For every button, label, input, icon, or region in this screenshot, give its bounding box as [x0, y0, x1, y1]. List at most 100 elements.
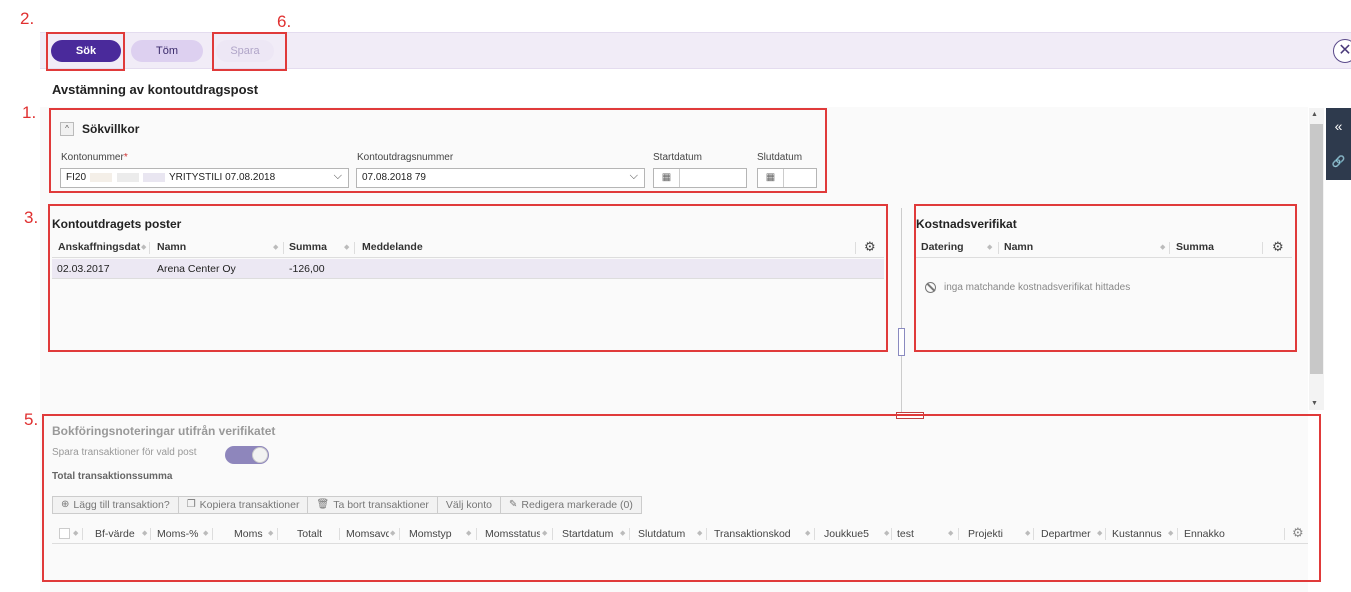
column-header[interactable]: Momsstatus	[485, 528, 540, 540]
scrollbar-thumb[interactable]	[1310, 124, 1323, 374]
delete-transactions-button[interactable]: 🗑 Ta bort transaktioner	[308, 497, 438, 513]
scroll-up-icon[interactable]: ▲	[1311, 111, 1318, 118]
select-all-checkbox[interactable]	[59, 528, 70, 539]
column-header[interactable]: Momsavd	[346, 528, 389, 540]
sort-icon[interactable]: ◆	[344, 243, 349, 251]
collapse-panel-icon[interactable]: «	[1326, 108, 1351, 144]
column-divider[interactable]	[283, 242, 284, 254]
select-account-button[interactable]: Välj konto	[438, 497, 502, 513]
edit-selected-button[interactable]: ✎ Redigera markerade (0)	[501, 497, 641, 513]
column-divider[interactable]	[1169, 242, 1170, 254]
column-header[interactable]: Summa	[1176, 241, 1214, 253]
sort-icon[interactable]: ◆	[542, 529, 547, 537]
column-divider	[706, 528, 707, 540]
sort-icon[interactable]: ◆	[141, 243, 146, 251]
annotation-number-3: 3.	[24, 208, 39, 227]
sort-icon[interactable]: ◆	[466, 529, 471, 537]
horizontal-splitter-handle[interactable]	[896, 412, 924, 419]
total-transaction-sum-label: Total transaktionssumma	[52, 471, 173, 482]
column-header[interactable]: Kustannus	[1112, 528, 1168, 540]
column-divider	[814, 528, 815, 540]
clear-button[interactable]: Töm	[131, 40, 203, 62]
close-icon[interactable]: ✕	[1333, 39, 1351, 63]
edit-icon: ✎	[509, 499, 518, 510]
column-header[interactable]: Summa	[289, 241, 327, 253]
column-header[interactable]: Datering	[921, 241, 964, 253]
column-divider	[82, 528, 83, 540]
column-header[interactable]: Totalt	[297, 528, 327, 540]
column-divider[interactable]	[998, 242, 999, 254]
save-transactions-toggle[interactable]	[225, 446, 269, 464]
column-header[interactable]: Joukkue5	[824, 528, 884, 540]
column-divider[interactable]	[149, 242, 150, 254]
column-header[interactable]: Startdatum	[562, 528, 622, 540]
column-header[interactable]: Anskaffningsdat	[58, 241, 140, 253]
gear-icon[interactable]: ⚙	[1292, 525, 1304, 541]
masked-segment	[143, 172, 166, 182]
statement-items-title: Kontoutdragets poster	[52, 217, 182, 231]
column-header[interactable]: Transaktionskod	[714, 528, 802, 540]
gear-icon[interactable]: ⚙	[864, 239, 876, 255]
page-title: Avstämning av kontoutdragspost	[52, 82, 259, 97]
statement-number-select[interactable]: 07.08.2018 79 ⌵	[356, 168, 645, 188]
save-button[interactable]: Spara	[216, 40, 274, 62]
search-criteria-header[interactable]: ^ Sökvillkor	[60, 122, 139, 136]
search-button[interactable]: Sök	[51, 40, 121, 62]
toggle-knob[interactable]	[252, 447, 268, 463]
scroll-down-icon[interactable]: ▼	[1311, 400, 1318, 407]
sort-icon[interactable]: ◆	[203, 529, 208, 537]
chevron-up-icon[interactable]: ^	[60, 122, 74, 136]
column-header[interactable]: Slutdatum	[638, 528, 693, 540]
attachment-icon[interactable]: 🔗	[1326, 144, 1351, 180]
action-toolbar: Sök Töm Spara ✕	[40, 32, 1351, 69]
column-header[interactable]: Bf-värde	[95, 528, 145, 540]
gear-icon[interactable]: ⚙	[1272, 239, 1284, 255]
copy-transactions-button[interactable]: ❐ Kopiera transaktioner	[179, 497, 309, 513]
sort-icon[interactable]: ◆	[697, 529, 702, 537]
sort-icon[interactable]: ◆	[884, 529, 889, 537]
column-divider[interactable]	[354, 242, 355, 254]
sort-icon[interactable]: ◆	[948, 529, 953, 537]
masked-segment	[89, 172, 112, 182]
sort-icon[interactable]: ◆	[268, 529, 273, 537]
required-marker: *	[123, 152, 128, 163]
column-header[interactable]: Namn	[157, 241, 186, 253]
column-header[interactable]: Ennakko	[1184, 528, 1244, 540]
row-date: 02.03.2017	[57, 263, 110, 275]
column-header[interactable]: Momstyp	[409, 528, 459, 540]
start-date-input[interactable]: ▦	[653, 168, 747, 188]
calendar-icon[interactable]: ▦	[758, 169, 784, 187]
sort-icon[interactable]: ◆	[390, 529, 395, 537]
sort-icon[interactable]: ◆	[620, 529, 625, 537]
column-header[interactable]: Projekti	[968, 528, 1023, 540]
sort-icon[interactable]: ◆	[1160, 243, 1165, 251]
column-header[interactable]: Namn	[1004, 241, 1033, 253]
sort-icon[interactable]: ◆	[987, 243, 992, 251]
account-number-label: Kontonummer*	[61, 152, 128, 163]
sort-icon[interactable]: ◆	[142, 529, 147, 537]
column-header[interactable]: test	[897, 528, 937, 540]
add-transaction-button[interactable]: ⊕ Lägg till transaktion?	[53, 497, 179, 513]
column-divider	[150, 528, 151, 540]
sort-icon[interactable]: ◆	[805, 529, 810, 537]
sort-icon[interactable]: ◆	[273, 243, 278, 251]
calendar-icon[interactable]: ▦	[654, 169, 680, 187]
column-header[interactable]: Moms	[234, 528, 266, 540]
sort-icon[interactable]: ◆	[73, 529, 78, 537]
end-date-input[interactable]: ▦	[757, 168, 817, 188]
sort-icon[interactable]: ◆	[1025, 529, 1030, 537]
column-divider	[1284, 528, 1285, 540]
column-divider	[1177, 528, 1178, 540]
sort-icon[interactable]: ◆	[1168, 529, 1173, 537]
column-header[interactable]: Moms-%	[157, 528, 202, 540]
table-row[interactable]: 02.03.2017 Arena Center Oy -126,00	[52, 259, 884, 279]
trash-icon: 🗑	[316, 499, 330, 510]
column-divider	[552, 528, 553, 540]
vertical-splitter-handle[interactable]	[898, 328, 905, 356]
sort-icon[interactable]: ◆	[1097, 529, 1102, 537]
column-header[interactable]: Departmer	[1041, 528, 1096, 540]
column-header[interactable]: Meddelande	[362, 241, 423, 253]
account-number-select[interactable]: FI20 YRITYSTILI 07.08.2018 ⌵	[60, 168, 349, 188]
copy-icon: ❐	[186, 499, 196, 510]
column-divider	[958, 528, 959, 540]
